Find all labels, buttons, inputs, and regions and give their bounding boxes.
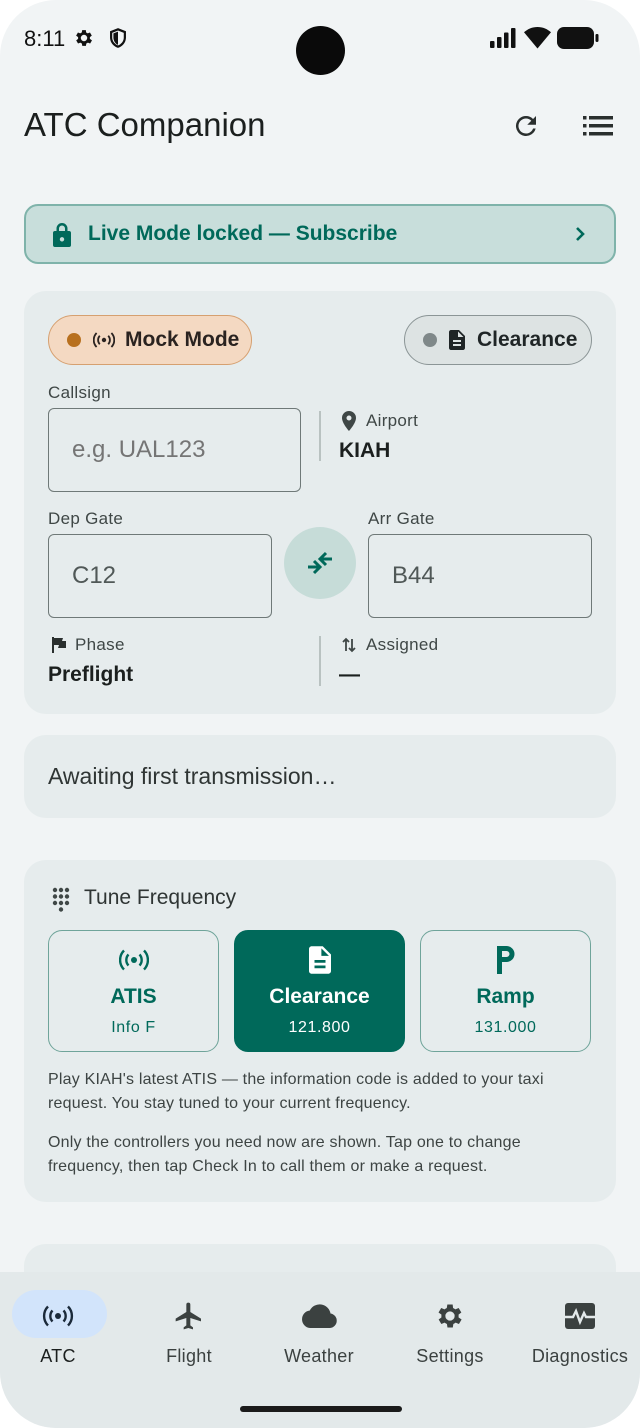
- frequency-chip[interactable]: Clearance: [404, 315, 592, 365]
- lock-icon: [53, 223, 71, 247]
- monitor-heart-icon: [565, 1303, 595, 1329]
- parking-p-icon: [496, 946, 514, 974]
- document-icon: [449, 330, 465, 350]
- refresh-button[interactable]: [506, 106, 546, 146]
- divider: [319, 636, 321, 686]
- front-camera: [296, 26, 345, 75]
- frequency-name: Clearance: [269, 985, 370, 1008]
- nav-item-weather[interactable]: Weather: [255, 1290, 383, 1380]
- airport-value: KIAH: [339, 439, 391, 462]
- wifi-icon: [524, 27, 551, 49]
- arr-gate-label: Arr Gate: [368, 509, 435, 528]
- assigned-value: —: [339, 663, 360, 686]
- flag-icon: [52, 637, 66, 653]
- tune-frequency-card: Tune Frequency ATIS Info F Clearance 121…: [24, 860, 616, 1202]
- frequency-name: ATIS: [110, 985, 157, 1008]
- divider: [319, 411, 321, 461]
- signal-icon: [490, 28, 516, 48]
- frequency-option-atis[interactable]: ATIS Info F: [48, 930, 219, 1052]
- mock-mode-label: Mock Mode: [125, 328, 240, 351]
- status-dot: [67, 333, 81, 347]
- banner-text: Live Mode locked — Subscribe: [88, 222, 398, 245]
- callsign-input[interactable]: [48, 408, 301, 492]
- arr-gate-input[interactable]: B44: [368, 534, 592, 618]
- phone-screen: 8:11 ATC Companion Live Mode locked — Su…: [0, 0, 640, 1428]
- location-pin-icon: [342, 411, 356, 431]
- gear-icon: [76, 30, 92, 46]
- nav-label: Diagnostics: [531, 1346, 629, 1366]
- dep-gate-input[interactable]: C12: [48, 534, 272, 618]
- swap-arrows-icon: [308, 551, 332, 575]
- assigned-label: Assigned: [366, 635, 439, 654]
- swap-gates-button[interactable]: [284, 527, 356, 599]
- nav-label: Weather: [284, 1346, 354, 1366]
- frequency-option-clearance[interactable]: Clearance 121.800: [234, 930, 405, 1052]
- frequency-value: Info F: [111, 1019, 156, 1036]
- phase-value: Preflight: [48, 663, 134, 686]
- nav-item-settings[interactable]: Settings: [386, 1290, 514, 1380]
- frequency-value: 121.800: [288, 1019, 351, 1036]
- dialpad-icon: [52, 887, 70, 912]
- cloud-icon: [302, 1304, 337, 1328]
- radio-waves-icon: [118, 949, 149, 971]
- app-title: ATC Companion: [24, 106, 266, 143]
- document-icon: [308, 946, 331, 974]
- session-card: Mock Mode Clearance Callsign Airport KIA…: [24, 291, 616, 714]
- nav-item-flight[interactable]: Flight: [125, 1290, 253, 1380]
- callsign-label: Callsign: [48, 383, 111, 402]
- chevron-right-icon: [576, 227, 585, 241]
- swap-vertical-icon: [342, 637, 356, 653]
- home-indicator[interactable]: [240, 1406, 402, 1412]
- frequency-value: 131.000: [474, 1019, 537, 1036]
- gear-icon: [438, 1304, 462, 1328]
- bottom-navigation: ATC Flight Weather Settings Diagnostics: [0, 1272, 640, 1428]
- radio-waves-icon: [42, 1305, 74, 1327]
- list-menu-button[interactable]: [578, 106, 618, 146]
- airport-label: Airport: [366, 411, 419, 430]
- frequency-chip-label: Clearance: [477, 328, 578, 351]
- radio-waves-icon: [93, 332, 115, 348]
- status-bar: 8:11: [0, 0, 640, 80]
- tune-frequency-title: Tune Frequency: [84, 886, 237, 909]
- nav-item-diagnostics[interactable]: Diagnostics: [516, 1290, 640, 1380]
- battery-icon: [557, 27, 599, 49]
- mock-mode-chip[interactable]: Mock Mode: [48, 315, 252, 365]
- frequency-name: Ramp: [476, 985, 535, 1008]
- status-dot: [423, 333, 437, 347]
- frequency-option-ramp[interactable]: Ramp 131.000: [420, 930, 591, 1052]
- phase-label: Phase: [75, 635, 125, 654]
- shield-icon: [110, 28, 126, 48]
- status-time: 8:11: [24, 26, 66, 51]
- airplane-icon: [175, 1302, 201, 1330]
- tune-description-help: Only the controllers you need now are sh…: [48, 1134, 521, 1175]
- nav-label: ATC: [40, 1346, 76, 1366]
- live-mode-subscribe-banner[interactable]: Live Mode locked — Subscribe: [24, 204, 616, 264]
- transmission-card: Awaiting first transmission…: [24, 735, 616, 818]
- refresh-icon: [515, 115, 536, 136]
- nav-label: Settings: [416, 1346, 484, 1366]
- nav-item-atc[interactable]: ATC: [0, 1290, 122, 1380]
- list-icon: [583, 116, 613, 136]
- dep-gate-label: Dep Gate: [48, 509, 124, 528]
- transmission-status: Awaiting first transmission…: [48, 763, 337, 789]
- tune-description-atis: Play KIAH's latest ATIS — the informatio…: [48, 1071, 544, 1112]
- nav-label: Flight: [166, 1346, 212, 1366]
